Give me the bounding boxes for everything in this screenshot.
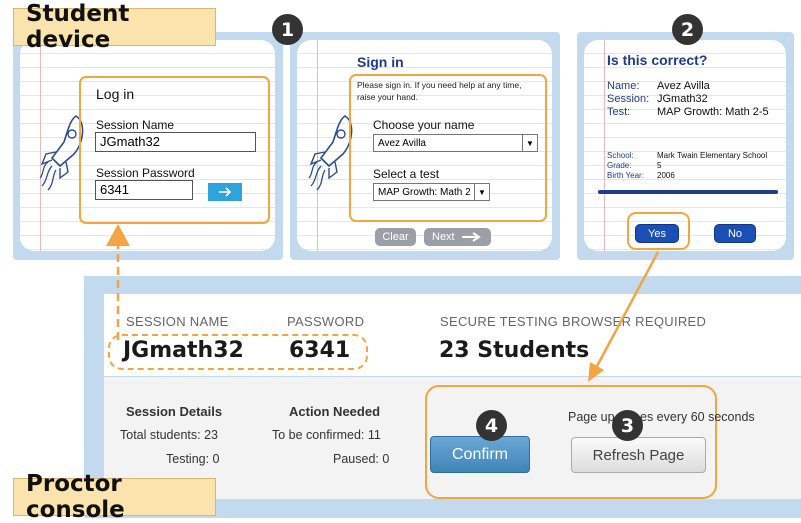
connector-arrows <box>106 224 660 382</box>
